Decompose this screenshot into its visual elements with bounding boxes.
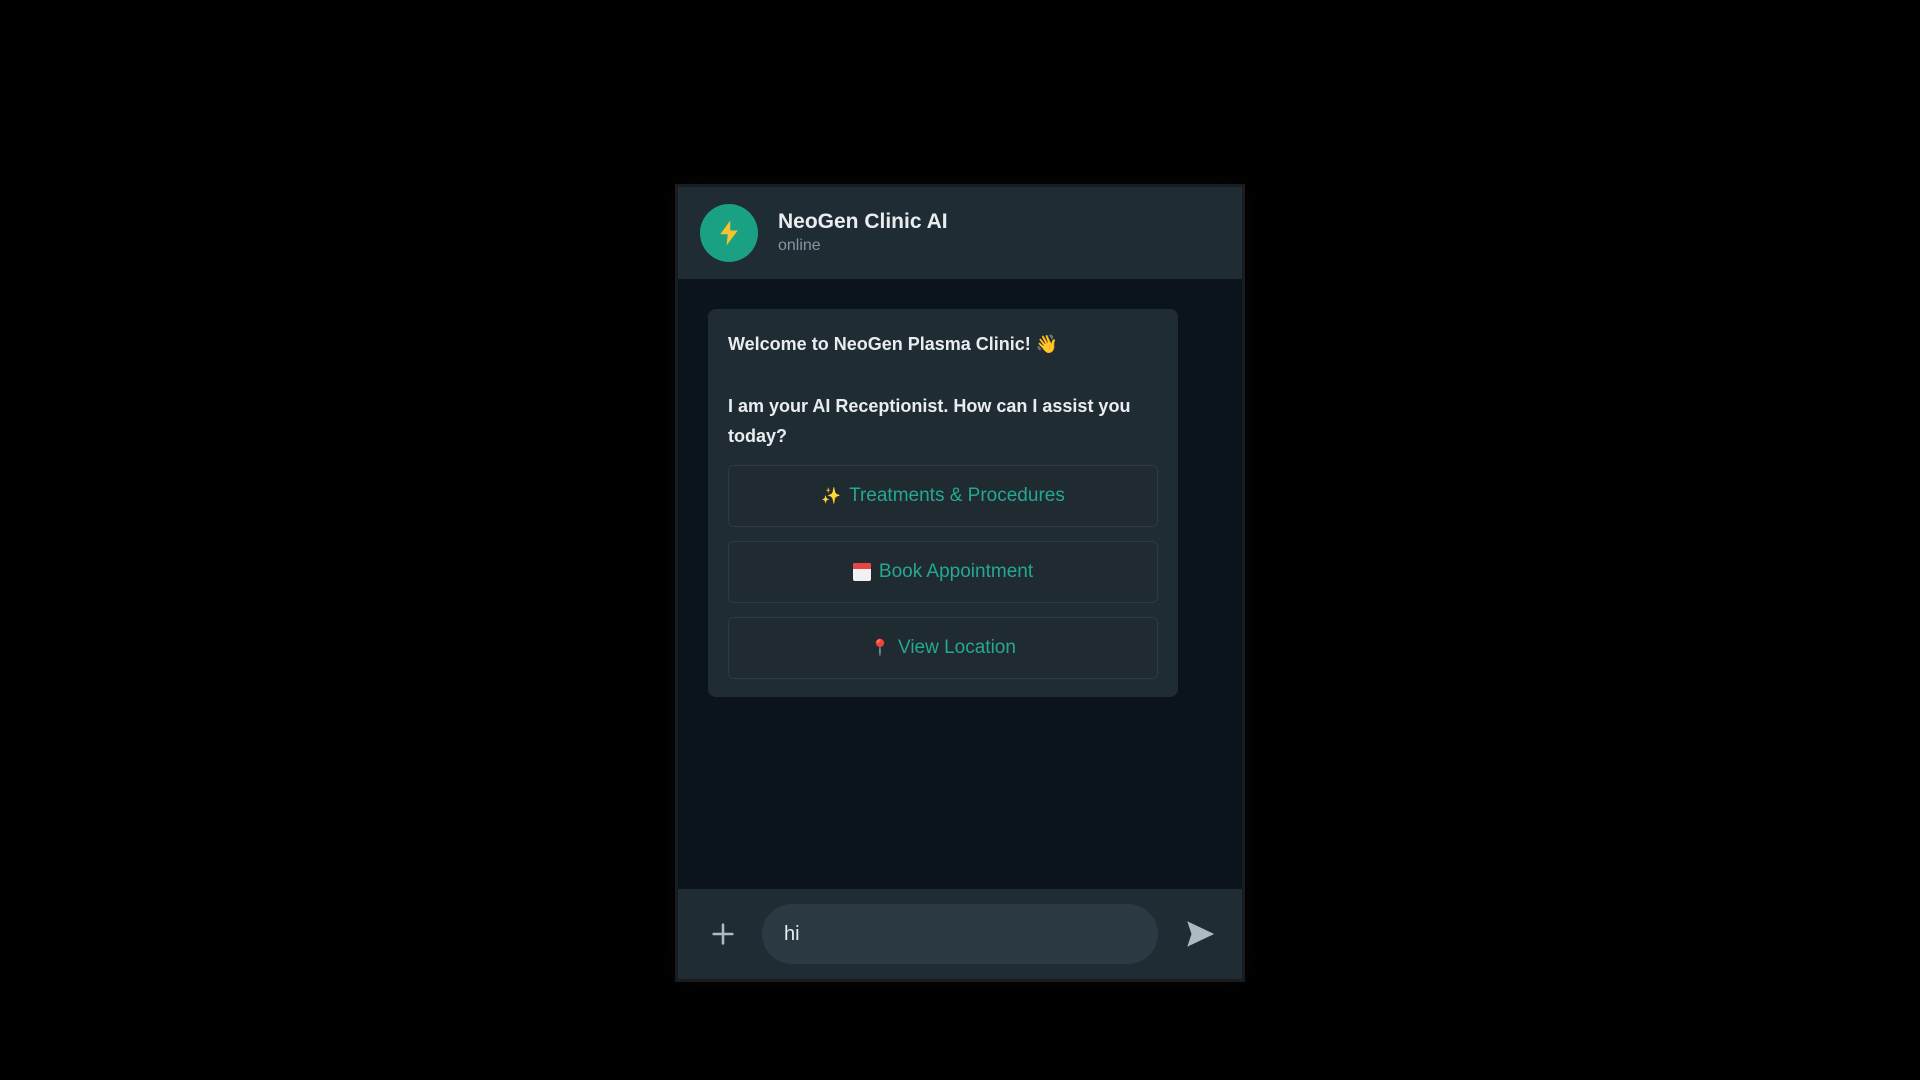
avatar[interactable]	[700, 204, 758, 262]
book-appointment-button[interactable]: Book Appointment	[728, 541, 1158, 603]
plus-icon	[712, 923, 734, 945]
chat-composer	[678, 889, 1242, 979]
sparkles-icon: ✨	[821, 488, 842, 505]
message-question: I am your AI Receptionist. How can I ass…	[728, 396, 1131, 446]
lightning-bolt-icon	[720, 220, 738, 246]
message-greeting: Welcome to NeoGen Plasma Clinic! 👋	[728, 334, 1059, 354]
chat-title: NeoGen Clinic AI	[778, 210, 948, 233]
header-text: NeoGen Clinic AI online	[778, 209, 948, 257]
chat-body: Welcome to NeoGen Plasma Clinic! 👋 I am …	[678, 279, 1242, 889]
message-input[interactable]	[762, 904, 1158, 964]
book-appointment-label: Book Appointment	[878, 561, 1034, 582]
treatments-button[interactable]: ✨ Treatments & Procedures	[728, 465, 1158, 527]
view-location-button[interactable]: 📍 View Location	[728, 617, 1158, 679]
send-icon	[1187, 921, 1215, 947]
pin-icon: 📍	[870, 640, 890, 657]
attach-button[interactable]	[706, 917, 740, 951]
view-location-label: View Location	[897, 637, 1016, 658]
calendar-icon	[852, 563, 871, 581]
send-button[interactable]	[1180, 914, 1220, 954]
status-text: online	[778, 237, 821, 254]
chat-header: NeoGen Clinic AI online	[678, 187, 1242, 279]
treatments-label: Treatments & Procedures	[849, 485, 1065, 506]
chat-window: NeoGen Clinic AI online Welcome to NeoGe…	[678, 187, 1242, 979]
bot-message: Welcome to NeoGen Plasma Clinic! 👋 I am …	[708, 309, 1178, 697]
